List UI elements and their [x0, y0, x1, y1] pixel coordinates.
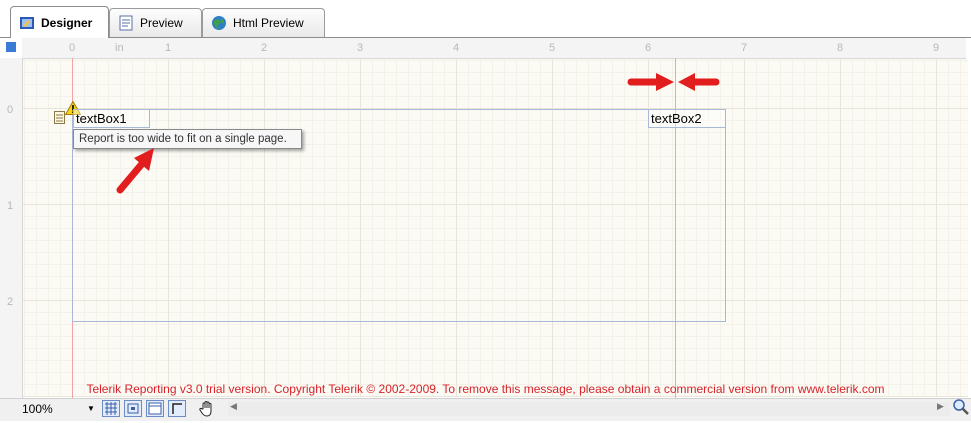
annotation-arrow-right-icon	[626, 71, 676, 93]
horizontal-scrollbar[interactable]	[228, 402, 950, 416]
ruler-label-5: 5	[549, 42, 556, 54]
snap-to-grid-button[interactable]	[124, 400, 142, 417]
preview-icon	[118, 15, 134, 31]
ruler-label-2: 2	[261, 42, 268, 54]
vruler-label-2: 2	[7, 296, 14, 308]
tab-html-preview-label: Html Preview	[233, 16, 304, 30]
vruler-label-0: 0	[7, 104, 14, 116]
ruler-unit: in	[115, 42, 124, 54]
designer-icon	[19, 15, 35, 31]
horizontal-ruler	[22, 38, 966, 59]
scroll-right-icon[interactable]: ▶	[937, 401, 944, 412]
tab-preview-label: Preview	[140, 16, 183, 30]
ruler-label-3: 3	[357, 42, 364, 54]
tab-html-preview[interactable]: Html Preview	[202, 8, 325, 37]
tab-preview[interactable]: Preview	[109, 8, 202, 37]
ruler-label-0: 0	[69, 42, 76, 54]
grid-icon	[105, 402, 117, 415]
hand-pan-icon[interactable]	[198, 400, 216, 418]
ruler-label-8: 8	[837, 42, 844, 54]
annotation-arrow-icon	[112, 143, 160, 197]
corner-icon	[172, 403, 182, 414]
zoom-value: 100%	[22, 402, 53, 416]
snap-icon	[127, 403, 139, 414]
dimensions-toggle-button[interactable]	[168, 400, 186, 417]
annotation-arrow-left-icon	[677, 71, 721, 93]
trial-notice: Telerik Reporting v3.0 trial version. Co…	[86, 382, 885, 396]
ruler-label-4: 4	[453, 42, 460, 54]
chevron-down-icon[interactable]: ▼	[87, 401, 95, 417]
ruler-icon	[148, 402, 162, 415]
ruler-label-7: 7	[741, 42, 748, 54]
ruler-label-6: 6	[645, 42, 652, 54]
zoom-select[interactable]: 100% ▼	[22, 401, 98, 417]
textbox1[interactable]: textBox1	[73, 109, 150, 128]
tab-designer[interactable]: Designer	[10, 6, 109, 38]
ruler-corner	[6, 42, 16, 52]
globe-icon	[211, 15, 227, 31]
warning-tooltip: Report is too wide to fit on a single pa…	[73, 129, 302, 149]
textbox2[interactable]: textBox2	[648, 109, 726, 128]
ruler-label-1: 1	[165, 42, 172, 54]
magnifier-icon[interactable]	[952, 398, 970, 416]
ruler-toggle-button[interactable]	[146, 400, 164, 417]
ruler-label-9: 9	[933, 42, 940, 54]
tab-designer-label: Designer	[41, 15, 93, 30]
vruler-label-1: 1	[7, 200, 14, 212]
scroll-left-icon[interactable]: ◀	[230, 401, 237, 412]
grid-toggle-button[interactable]	[102, 400, 120, 417]
section-handle-icon[interactable]	[54, 111, 65, 124]
